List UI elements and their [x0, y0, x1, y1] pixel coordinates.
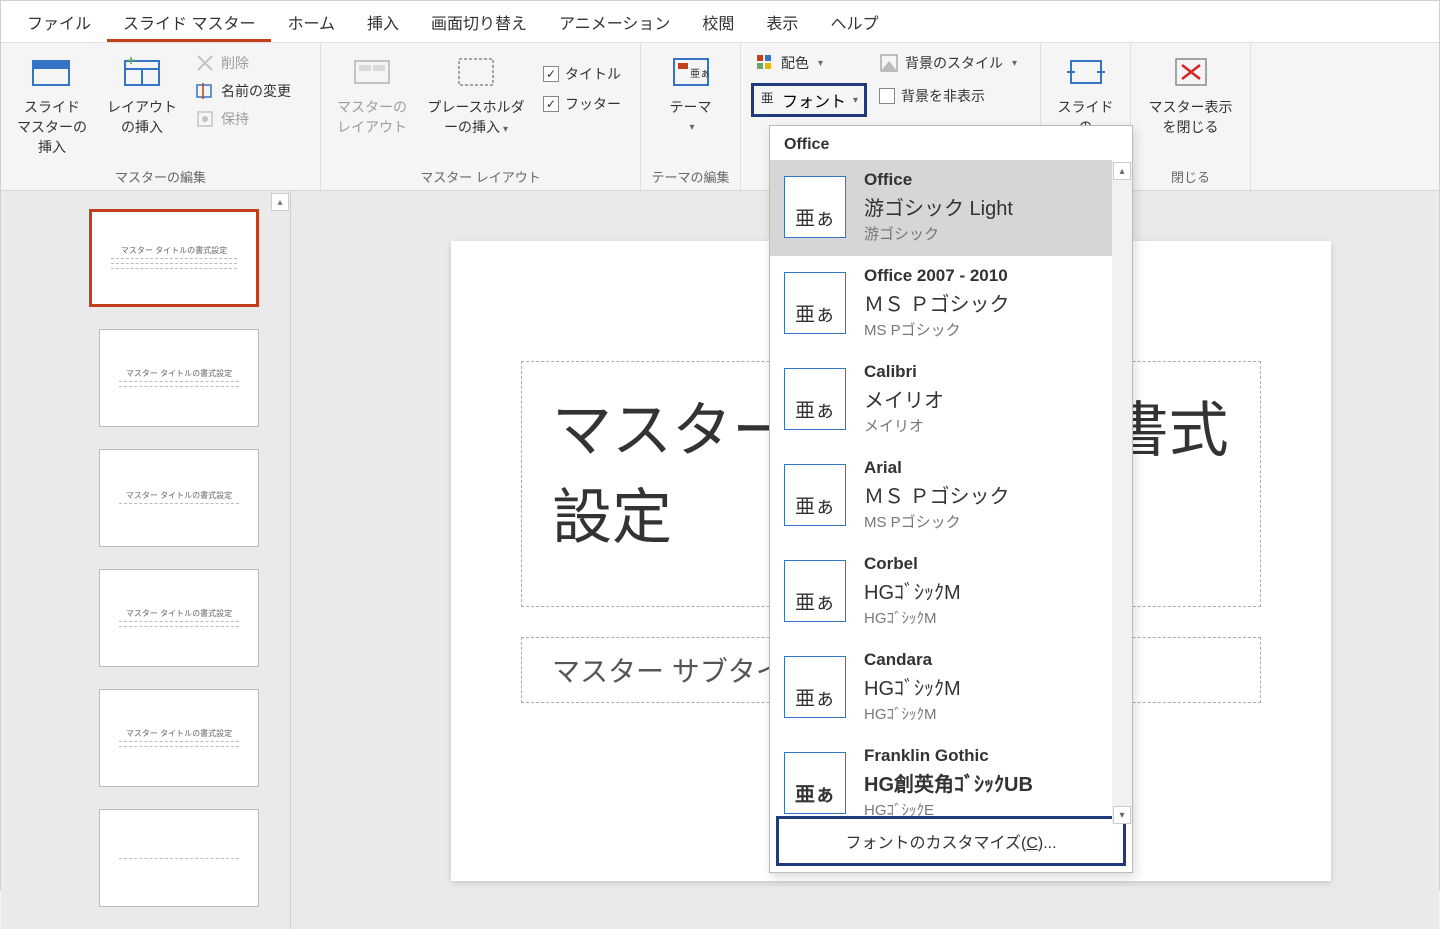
group-edit-theme-label: テーマの編集 — [651, 161, 730, 186]
group-master-layout-label: マスター レイアウト — [331, 161, 630, 186]
preserve-icon — [195, 109, 215, 129]
font-theme-item[interactable]: 亜ぁ Office 2007 - 2010 ＭＳ Ｐゴシック MS Pゴシック — [770, 256, 1112, 352]
chevron-down-icon: ▾ — [500, 124, 508, 135]
font-sample-icon: 亜ぁ — [784, 752, 846, 814]
layout-thumbnail[interactable]: マスター タイトルの書式設定 — [99, 329, 259, 427]
checkbox-checked-icon — [543, 66, 559, 82]
tab-file[interactable]: ファイル — [11, 0, 107, 42]
font-theme-item[interactable]: 亜ぁ Corbel HGｺﾞｼｯｸM HGｺﾞｼｯｸM — [770, 544, 1112, 640]
ribbon: スライド マスターの挿入 + レイアウトの挿入 削除 名前の変更 — [1, 43, 1439, 191]
font-theme-list: 亜ぁ Office 游ゴシック Light 游ゴシック 亜ぁ Office 20… — [770, 160, 1132, 810]
font-theme-item[interactable]: 亜ぁ Office 游ゴシック Light 游ゴシック — [770, 160, 1112, 256]
tab-transition[interactable]: 画面切り替え — [415, 0, 543, 42]
fonts-icon: 亜 — [760, 89, 778, 112]
tab-slide-master[interactable]: スライド マスター — [107, 0, 271, 42]
svg-text:+: + — [127, 55, 135, 68]
font-dropdown-header: Office — [770, 126, 1132, 160]
customize-fonts-button[interactable]: フォントのカスタマイズ(C)... — [776, 816, 1126, 866]
font-theme-dropdown: Office 亜ぁ Office 游ゴシック Light 游ゴシック 亜ぁ Of… — [769, 125, 1133, 873]
font-sample-icon: 亜ぁ — [784, 272, 846, 334]
tab-help[interactable]: ヘルプ — [814, 0, 894, 42]
app-window: ファイル スライド マスター ホーム 挿入 画面切り替え アニメーション 校閲 … — [0, 0, 1440, 891]
chevron-down-icon: ▾ — [686, 122, 694, 133]
font-sample-icon: 亜ぁ — [784, 656, 846, 718]
tab-animation[interactable]: アニメーション — [543, 0, 686, 42]
title-checkbox[interactable]: タイトル — [539, 61, 625, 87]
thumbnail-panel[interactable]: ▴ マスター タイトルの書式設定 マスター タイトルの書式設定 マスター タイト… — [1, 191, 291, 929]
font-sample-icon: 亜ぁ — [784, 368, 846, 430]
slide-size-icon — [1062, 53, 1110, 91]
delete-button: 削除 — [191, 51, 295, 75]
font-sample-icon: 亜ぁ — [784, 176, 846, 238]
close-icon — [1167, 53, 1215, 91]
close-master-button[interactable]: マスター表示を閉じる — [1141, 49, 1240, 141]
tab-home[interactable]: ホーム — [271, 0, 351, 42]
workspace: ▴ マスター タイトルの書式設定 マスター タイトルの書式設定 マスター タイト… — [1, 191, 1439, 929]
group-edit-master-label: マスターの編集 — [11, 161, 310, 186]
group-close: マスター表示を閉じる 閉じる — [1131, 43, 1251, 190]
tab-strip: ファイル スライド マスター ホーム 挿入 画面切り替え アニメーション 校閲 … — [1, 1, 1439, 43]
font-theme-item[interactable]: 亜ぁ Arial ＭＳ Ｐゴシック MS Pゴシック — [770, 448, 1112, 544]
layout-thumbnail[interactable] — [99, 809, 259, 907]
delete-icon — [195, 53, 215, 73]
checkbox-icon — [879, 88, 895, 104]
svg-text:亜ぁ: 亜ぁ — [690, 69, 710, 80]
group-edit-theme: 亜ぁ テーマ▾ テーマの編集 — [641, 43, 741, 190]
master-layout-icon — [348, 53, 396, 91]
theme-icon: 亜ぁ — [667, 53, 715, 91]
insert-slide-master-button[interactable]: スライド マスターの挿入 — [11, 49, 93, 161]
tab-view[interactable]: 表示 — [750, 0, 814, 42]
tab-review[interactable]: 校閲 — [686, 0, 750, 42]
group-close-label: 閉じる — [1141, 161, 1240, 186]
insert-slide-master-label: スライド マスターの挿入 — [17, 97, 87, 157]
scroll-down-icon[interactable]: ▾ — [1113, 806, 1131, 824]
svg-text:亜: 亜 — [761, 91, 774, 105]
scroll-up-button[interactable]: ▴ — [271, 193, 289, 211]
chevron-down-icon: ▾ — [850, 95, 858, 106]
slide-master-icon — [28, 53, 76, 91]
scroll-up-icon[interactable]: ▴ — [1113, 162, 1131, 180]
chevron-down-icon: ▾ — [1009, 58, 1017, 69]
rename-icon — [195, 81, 215, 101]
colors-button[interactable]: 配色▾ — [751, 51, 867, 75]
tab-insert[interactable]: 挿入 — [351, 0, 415, 42]
layout-thumbnail[interactable]: マスター タイトルの書式設定 — [99, 689, 259, 787]
hide-bg-checkbox[interactable]: 背景を非表示 — [875, 83, 1021, 109]
bg-style-icon — [879, 53, 899, 73]
master-thumbnail[interactable]: マスター タイトルの書式設定 — [89, 209, 259, 307]
layout-icon: + — [118, 53, 166, 91]
footer-checkbox[interactable]: フッター — [539, 91, 625, 117]
chevron-down-icon: ▾ — [815, 58, 823, 69]
font-theme-item[interactable]: 亜ぁ Calibri メイリオ メイリオ — [770, 352, 1112, 448]
font-sample-icon: 亜ぁ — [784, 560, 846, 622]
font-theme-item[interactable]: 亜ぁ Candara HGｺﾞｼｯｸM HGｺﾞｼｯｸM — [770, 640, 1112, 736]
insert-layout-label: レイアウトの挿入 — [107, 97, 177, 137]
placeholder-icon — [452, 53, 500, 91]
group-edit-master: スライド マスターの挿入 + レイアウトの挿入 削除 名前の変更 — [1, 43, 321, 190]
colors-icon — [755, 53, 775, 73]
bg-style-button[interactable]: 背景のスタイル▾ — [875, 51, 1021, 75]
insert-placeholder-button[interactable]: プレースホルダーの挿入▾ — [421, 49, 531, 141]
rename-button[interactable]: 名前の変更 — [191, 79, 295, 103]
master-layout-button: マスターのレイアウト — [331, 49, 413, 141]
checkbox-checked-icon — [543, 96, 559, 112]
layout-thumbnail[interactable]: マスター タイトルの書式設定 — [99, 449, 259, 547]
insert-layout-button[interactable]: + レイアウトの挿入 — [101, 49, 183, 141]
font-sample-icon: 亜ぁ — [784, 464, 846, 526]
theme-button[interactable]: 亜ぁ テーマ▾ — [656, 49, 726, 137]
group-master-layout: マスターのレイアウト プレースホルダーの挿入▾ タイトル フッター — [321, 43, 641, 190]
dropdown-scrollbar[interactable]: ▴ ▾ — [1112, 162, 1132, 824]
preserve-button: 保持 — [191, 107, 295, 131]
fonts-button[interactable]: 亜 フォント▾ — [751, 83, 867, 117]
layout-thumbnail[interactable]: マスター タイトルの書式設定 — [99, 569, 259, 667]
